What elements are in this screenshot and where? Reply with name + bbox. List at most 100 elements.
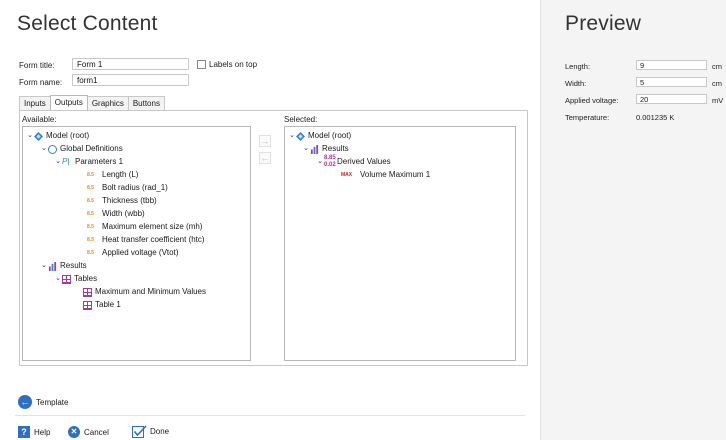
checkmark-icon [132,425,147,438]
selected-tree[interactable]: ⌄ Model (root) ⌄ Results ⌄ 8.85 0.02 Der… [284,126,516,361]
applied-voltage-unit: mV [712,96,724,105]
tree-node-derived-values[interactable]: ⌄ 8.85 0.02 Derived Values [316,155,391,168]
tree-node-table[interactable]: Maximum and Minimum Values [83,286,206,298]
available-tree[interactable]: ⌄ Model (root) ⌄ Global Definitions ⌄ P|… [22,126,251,361]
tree-node-label: Bolt radius (rad_1) [102,183,168,192]
parameter-value-icon: 8.5 [87,185,94,191]
length-unit: cm [712,62,722,71]
form-name-label: Form name: [19,78,63,87]
width-input[interactable]: 5 [636,77,707,87]
tree-node-tables[interactable]: ⌄ Tables [54,273,97,285]
select-content-panel: Select Content Form title: Form 1 Labels… [0,0,540,440]
form-name-input[interactable]: form1 [72,74,189,86]
max-icon: MAX [341,172,353,178]
tree-node-results[interactable]: ⌄ Results [302,143,349,155]
close-icon: ✕ [68,426,80,438]
help-button-label: Help [34,427,51,437]
tree-node-label: Derived Values [337,157,391,166]
tree-node-label: Table 1 [95,300,121,309]
arrow-left-icon: ← [18,395,32,409]
help-button[interactable]: ? Help [18,426,50,438]
form-title-input[interactable]: Form 1 [72,58,189,70]
tree-node-label: Global Definitions [60,144,123,153]
done-button[interactable]: Done [132,425,169,438]
tree-node-param[interactable]: 8.5 Bolt radius (rad_1) [87,182,168,194]
tree-node-label: Tables [74,274,98,283]
tree-node-volume-maximum[interactable]: MAX Volume Maximum 1 [341,169,430,181]
chevron-down-icon[interactable]: ⌄ [40,260,48,272]
tree-node-results[interactable]: ⌄ Results [40,260,87,272]
parameter-value-icon: 8.5 [87,172,94,178]
parameters-icon: P| [62,157,70,166]
template-button[interactable]: ← Template [18,395,68,409]
width-label: Width: [565,79,587,88]
parameter-value-icon: 8.5 [87,237,94,243]
tree-node-global-definitions[interactable]: ⌄ Global Definitions [40,143,123,155]
tree-node-parameters[interactable]: ⌄ P| Parameters 1 [54,156,123,168]
parameter-value-icon: 8.5 [87,211,94,217]
divider [15,415,525,416]
cancel-button[interactable]: ✕ Cancel [68,426,109,438]
model-icon [34,131,43,141]
tree-node-label: Volume Maximum 1 [360,170,431,179]
table-icon [83,300,92,310]
tree-node-label: Heat transfer coefficient (htc) [102,235,205,244]
tree-node-model[interactable]: ⌄ Model (root) [26,130,89,142]
tree-node-model[interactable]: ⌄ Model (root) [288,130,351,142]
chevron-down-icon[interactable]: ⌄ [302,143,310,155]
tree-node-label: Parameters 1 [75,157,124,166]
chevron-down-icon[interactable]: ⌄ [288,130,296,142]
tree-node-param[interactable]: 8.5 Width (wbb) [87,208,145,220]
tree-node-label: Maximum and Minimum Values [95,287,206,296]
move-right-button[interactable]: → [259,135,271,147]
applied-voltage-label: Applied voltage: [565,96,619,105]
content-tabs: Inputs Outputs Graphics Buttons [19,95,165,111]
tab-buttons[interactable]: Buttons [127,96,165,110]
tree-node-label: Results [60,261,87,270]
results-icon [48,261,57,271]
temperature-value: 0.001235 K [636,113,675,122]
length-input[interactable]: 9 [636,60,707,70]
tree-node-param[interactable]: 8.5 Maximum element size (mh) [87,221,202,233]
globe-icon [48,144,57,154]
tree-node-label: Maximum element size (mh) [102,222,203,231]
tree-node-param[interactable]: 8.5 Thickness (tbb) [87,195,157,207]
preview-panel: Preview Length: 9 cm Width: 5 cm Applied… [541,0,726,440]
tree-node-param[interactable]: 8.5 Applied voltage (Vtot) [87,247,179,259]
tree-node-label: Model (root) [46,131,90,140]
chevron-down-icon[interactable]: ⌄ [40,143,48,155]
tree-node-label: Length (L) [102,170,139,179]
parameter-value-icon: 8.5 [87,250,94,256]
parameter-value-icon: 8.5 [87,198,94,204]
model-icon [296,131,305,141]
selected-label: Selected: [284,115,318,124]
length-label: Length: [565,62,591,71]
derived-values-icon: 8.85 0.02 [324,155,336,168]
tree-node-table[interactable]: Table 1 [83,299,121,311]
chevron-down-icon[interactable]: ⌄ [54,156,62,168]
move-left-button[interactable]: ← [259,152,271,164]
labels-on-top-label: Labels on top [209,60,258,69]
temperature-label: Temperature: [565,113,610,122]
labels-on-top-checkbox[interactable] [197,60,206,69]
parameter-value-icon: 8.5 [87,224,94,230]
chevron-down-icon[interactable]: ⌄ [26,130,34,142]
tree-node-label: Applied voltage (Vtot) [102,248,179,257]
tab-inputs[interactable]: Inputs [19,96,51,110]
table-icon [62,274,71,284]
done-button-label: Done [150,427,170,436]
tab-graphics[interactable]: Graphics [86,96,129,110]
tab-outputs[interactable]: Outputs [49,95,88,111]
tree-node-label: Model (root) [308,131,352,140]
help-icon: ? [18,426,30,438]
tree-node-param[interactable]: 8.5 Length (L) [87,169,138,181]
tree-node-param[interactable]: 8.5 Heat transfer coefficient (htc) [87,234,205,246]
chevron-down-icon[interactable]: ⌄ [54,273,62,285]
applied-voltage-input[interactable]: 20 [636,94,707,104]
width-unit: cm [712,79,722,88]
page-title: Select Content [17,12,158,35]
results-icon [310,144,319,154]
chevron-down-icon[interactable]: ⌄ [316,156,324,168]
tree-node-label: Thickness (tbb) [102,196,157,205]
tree-node-label: Results [322,144,349,153]
